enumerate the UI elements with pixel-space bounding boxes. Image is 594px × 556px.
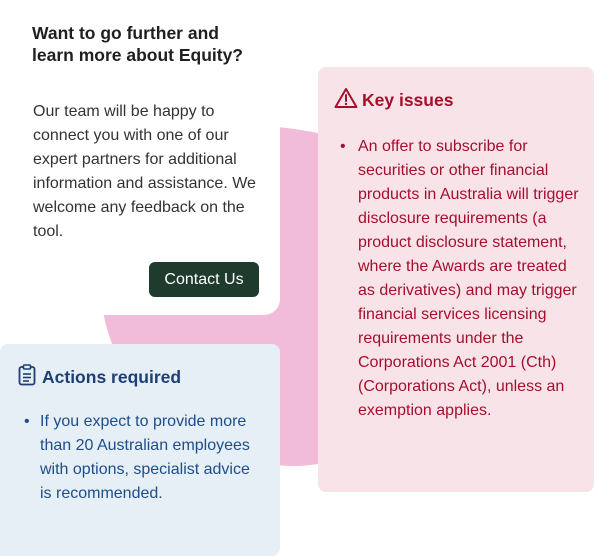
contact-us-button[interactable]: Contact Us [149, 262, 259, 297]
bullet: • [24, 413, 30, 430]
clipboard-icon [18, 364, 36, 391]
key-issues-card: Key issues • An offer to subscribe for s… [318, 67, 594, 492]
actions-required-title: Actions required [42, 367, 182, 387]
list-item-text: If you expect to provide more than 20 Au… [40, 413, 250, 502]
key-issues-title: Key issues [362, 90, 454, 110]
warning-triangle-icon [334, 87, 358, 114]
info-title: Want to go further and learn more about … [32, 23, 243, 65]
actions-required-list: • If you expect to provide more than 20 … [24, 410, 264, 506]
list-item: • An offer to subscribe for securities o… [340, 135, 580, 423]
list-item: • If you expect to provide more than 20 … [24, 410, 264, 506]
info-body: Our team will be happy to connect you wi… [33, 103, 256, 240]
actions-required-header: Actions required [18, 364, 181, 391]
info-card: Want to go further and learn more about … [0, 0, 280, 315]
key-issues-header: Key issues [334, 87, 453, 114]
actions-required-card: Actions required • If you expect to prov… [0, 344, 280, 556]
bullet: • [340, 138, 346, 155]
key-issues-list: • An offer to subscribe for securities o… [340, 135, 580, 423]
list-item-text: An offer to subscribe for securities or … [358, 138, 579, 419]
